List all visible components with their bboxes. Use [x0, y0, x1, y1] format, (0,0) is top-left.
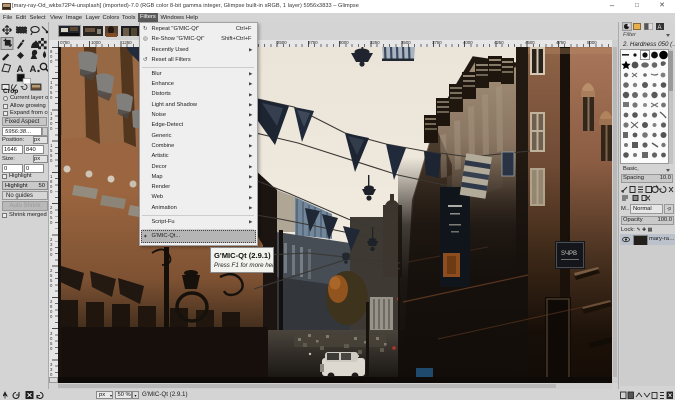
- svg-text:A: A: [17, 64, 24, 75]
- svg-text:A: A: [658, 25, 662, 30]
- svg-text:SЧPВ: SЧPВ: [561, 251, 577, 257]
- svg-text:A: A: [30, 64, 37, 75]
